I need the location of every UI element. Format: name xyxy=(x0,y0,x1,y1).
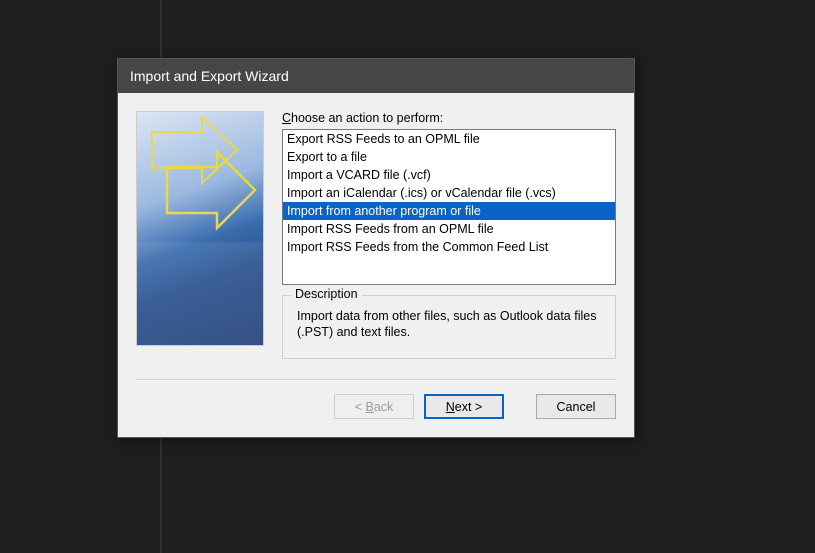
wizard-illustration xyxy=(136,111,264,346)
dialog-title: Import and Export Wizard xyxy=(130,68,289,84)
dialog-titlebar[interactable]: Import and Export Wizard xyxy=(118,59,634,93)
button-spacer xyxy=(514,394,526,419)
arrow-graphic-icon xyxy=(137,112,264,346)
action-item[interactable]: Export RSS Feeds to an OPML file xyxy=(283,130,615,148)
action-item[interactable]: Export to a file xyxy=(283,148,615,166)
action-item[interactable]: Import RSS Feeds from an OPML file xyxy=(283,220,615,238)
next-button[interactable]: Next > xyxy=(424,394,504,419)
action-prompt-label: Choose an action to perform: xyxy=(282,111,616,125)
action-item[interactable]: Import an iCalendar (.ics) or vCalendar … xyxy=(283,184,615,202)
action-item[interactable]: Import a VCARD file (.vcf) xyxy=(283,166,615,184)
description-legend: Description xyxy=(291,287,362,301)
action-listbox[interactable]: Export RSS Feeds to an OPML fileExport t… xyxy=(282,129,616,285)
wizard-right-column: Choose an action to perform: Export RSS … xyxy=(282,111,616,359)
cancel-button[interactable]: Cancel xyxy=(536,394,616,419)
import-export-wizard-dialog: Import and Export Wizard Choose an actio… xyxy=(117,58,635,438)
back-button: < Back xyxy=(334,394,414,419)
dialog-content: Choose an action to perform: Export RSS … xyxy=(118,93,634,359)
description-group: Description Import data from other files… xyxy=(282,295,616,359)
action-item[interactable]: Import RSS Feeds from the Common Feed Li… xyxy=(283,238,615,256)
dialog-button-row: < Back Next > Cancel xyxy=(118,380,634,437)
description-text: Import data from other files, such as Ou… xyxy=(297,308,603,340)
action-item[interactable]: Import from another program or file xyxy=(283,202,615,220)
